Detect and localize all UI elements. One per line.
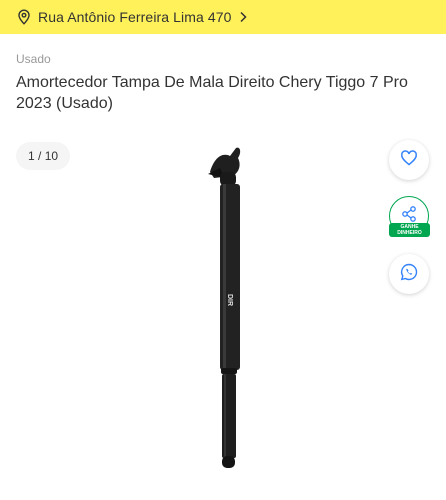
heart-icon xyxy=(400,149,418,172)
whatsapp-icon xyxy=(399,262,419,287)
location-pin-icon xyxy=(16,9,32,25)
product-condition: Usado xyxy=(16,52,51,66)
product-image[interactable]: DIR xyxy=(180,138,270,474)
address-bar[interactable]: Rua Antônio Ferreira Lima 470 xyxy=(0,0,446,34)
chevron-right-icon xyxy=(238,11,248,23)
earn-money-badge[interactable]: GANHE DINHEIRO xyxy=(389,223,430,237)
favorite-button[interactable] xyxy=(389,140,429,180)
product-title: Amortecedor Tampa De Mala Direito Chery … xyxy=(16,74,408,112)
whatsapp-share-button[interactable] xyxy=(389,254,429,294)
gallery-total: 10 xyxy=(44,149,59,163)
gallery-separator: / xyxy=(34,149,45,163)
image-label: DIR xyxy=(226,294,233,306)
earn-badge-line2: DINHEIRO xyxy=(397,230,422,236)
image-gallery[interactable]: 1 / 10 DIR GANHE DINHEIRO xyxy=(0,132,446,500)
gallery-counter: 1 / 10 xyxy=(16,142,71,170)
address-text: Rua Antônio Ferreira Lima 470 xyxy=(38,9,232,25)
gallery-current: 1 xyxy=(28,149,35,163)
